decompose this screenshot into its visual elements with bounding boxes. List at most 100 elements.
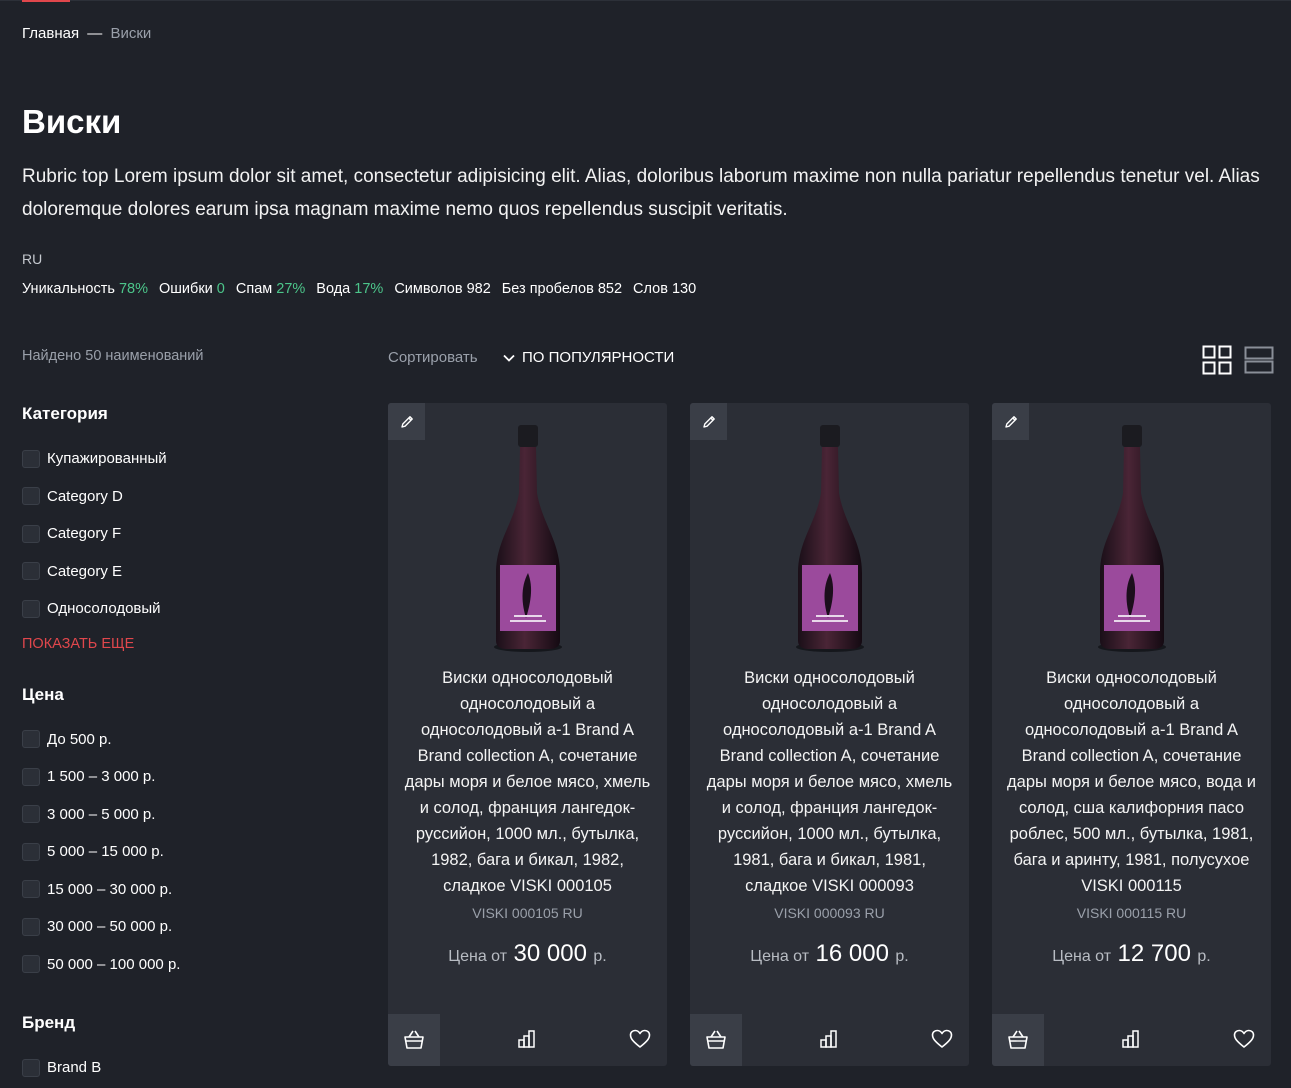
filter-category-list: Купажированный Category D Category F Catego… bbox=[22, 440, 342, 628]
page-title: Виски bbox=[22, 103, 122, 140]
top-divider bbox=[0, 0, 1291, 1]
checkbox[interactable] bbox=[22, 805, 40, 824]
bar-chart-icon bbox=[518, 1030, 535, 1048]
breadcrumb-current: Виски bbox=[110, 25, 152, 42]
brand-option[interactable]: Brand B bbox=[22, 1049, 342, 1087]
checkbox-label: Односолодовый bbox=[47, 600, 161, 618]
compare-button[interactable] bbox=[1118, 1026, 1144, 1052]
product-price: Цена от 12 700 р. bbox=[992, 940, 1271, 968]
list-view-button[interactable] bbox=[1244, 345, 1274, 375]
checkbox-label: 3 000 – 5 000 р. bbox=[47, 805, 156, 823]
text-stats: Уникальность 78% Ошибки 0 Спам 27% Вода 17%… bbox=[22, 281, 696, 297]
language-label: RU bbox=[22, 251, 43, 267]
edit-button[interactable] bbox=[388, 403, 425, 440]
product-sku: VISKI 000115 RU bbox=[1076, 905, 1187, 921]
edit-button[interactable] bbox=[992, 403, 1029, 440]
checkbox[interactable] bbox=[22, 599, 40, 618]
show-more-button[interactable]: ПОКАЗАТЬ ЕЩЕ bbox=[22, 636, 342, 652]
price-option[interactable]: 5 000 – 15 000 р. bbox=[22, 833, 342, 871]
grid-view-icon bbox=[1202, 345, 1232, 375]
price-amount: 12 700 bbox=[1117, 940, 1191, 967]
checkbox-label: 1 500 – 3 000 р. bbox=[47, 768, 156, 786]
price-option[interactable]: 1 500 – 3 000 р. bbox=[22, 758, 342, 796]
add-to-cart-button[interactable] bbox=[690, 1014, 742, 1066]
checkbox[interactable] bbox=[22, 767, 40, 786]
product-title[interactable]: Виски односолодовый односолодовый а одно… bbox=[1004, 665, 1259, 899]
product-image[interactable] bbox=[1094, 423, 1170, 653]
top-accent-bar bbox=[22, 0, 70, 2]
stat-label: Слов bbox=[633, 281, 668, 297]
edit-button[interactable] bbox=[690, 403, 727, 440]
product-price: Цена от 30 000 р. bbox=[388, 940, 667, 968]
price-option[interactable]: 30 000 – 50 000 р. bbox=[22, 908, 342, 946]
product-image[interactable] bbox=[792, 423, 868, 653]
basket-icon bbox=[404, 1030, 424, 1049]
breadcrumb-separator: — bbox=[87, 25, 103, 42]
heart-icon bbox=[629, 1029, 651, 1048]
checkbox[interactable] bbox=[22, 842, 40, 861]
product-image[interactable] bbox=[490, 423, 566, 653]
price-amount: 16 000 bbox=[815, 940, 889, 967]
filter-brand-title: Бренд bbox=[22, 1013, 76, 1032]
stat-item: Слов 130 bbox=[633, 281, 696, 297]
product-price: Цена от 16 000 р. bbox=[690, 940, 969, 968]
stat-item: Без пробелов 852 bbox=[502, 281, 622, 297]
checkbox[interactable] bbox=[22, 562, 40, 581]
breadcrumb-home-link[interactable]: Главная bbox=[22, 25, 79, 42]
product-sku: VISKI 000093 RU bbox=[774, 905, 885, 921]
price-option[interactable]: 3 000 – 5 000 р. bbox=[22, 796, 342, 834]
pencil-icon bbox=[1004, 415, 1017, 428]
checkbox[interactable] bbox=[22, 1058, 40, 1077]
page-description: Rubric top Lorem ipsum dolor sit amet, c… bbox=[22, 166, 1260, 220]
bar-chart-icon bbox=[820, 1030, 837, 1048]
stat-value: 0 bbox=[216, 281, 225, 297]
checkbox-label: Купажированный bbox=[47, 450, 167, 468]
category-option[interactable]: Купажированный bbox=[22, 440, 342, 478]
add-to-cart-button[interactable] bbox=[388, 1014, 440, 1066]
compare-button[interactable] bbox=[514, 1026, 540, 1052]
checkbox[interactable] bbox=[22, 449, 40, 468]
compare-button[interactable] bbox=[816, 1026, 842, 1052]
price-currency: р. bbox=[1197, 948, 1211, 965]
filter-price-list: До 500 р. 1 500 – 3 000 р. 3 000 – 5 000 р… bbox=[22, 721, 342, 984]
stat-label: Ошибки bbox=[159, 281, 213, 297]
sort-dropdown-value: ПО ПОПУЛЯРНОСТИ bbox=[522, 349, 675, 366]
checkbox[interactable] bbox=[22, 955, 40, 974]
stat-value: 982 bbox=[466, 281, 491, 297]
product-title[interactable]: Виски односолодовый односолодовый а одно… bbox=[400, 665, 655, 899]
stat-item: Уникальность 78% bbox=[22, 281, 148, 297]
checkbox[interactable] bbox=[22, 524, 40, 543]
sort-label: Сортировать bbox=[388, 349, 478, 366]
price-option[interactable]: 15 000 – 30 000 р. bbox=[22, 871, 342, 909]
price-prefix: Цена от bbox=[750, 948, 810, 965]
product-title[interactable]: Виски односолодовый односолодовый а одно… bbox=[702, 665, 957, 899]
favorite-button[interactable] bbox=[1231, 1026, 1257, 1052]
grid-view-button[interactable] bbox=[1202, 345, 1232, 375]
category-option[interactable]: Category E bbox=[22, 553, 342, 591]
checkbox-label: 50 000 – 100 000 р. bbox=[47, 955, 181, 973]
filter-brand-list: Brand B bbox=[22, 1049, 342, 1087]
breadcrumb: Главная — Виски bbox=[22, 25, 151, 42]
product-card[interactable]: Виски односолодовый односолодовый а одно… bbox=[388, 403, 667, 1066]
checkbox[interactable] bbox=[22, 917, 40, 936]
price-option[interactable]: 50 000 – 100 000 р. bbox=[22, 946, 342, 984]
favorite-button[interactable] bbox=[929, 1026, 955, 1052]
stat-value: 130 bbox=[671, 281, 697, 297]
category-option[interactable]: Односолодовый bbox=[22, 590, 342, 628]
heart-icon bbox=[931, 1029, 953, 1048]
filter-category-title: Категория bbox=[22, 404, 108, 423]
checkbox[interactable] bbox=[22, 730, 40, 749]
pencil-icon bbox=[400, 415, 413, 428]
checkbox-label: Category D bbox=[47, 487, 123, 505]
add-to-cart-button[interactable] bbox=[992, 1014, 1044, 1066]
price-prefix: Цена от bbox=[448, 948, 508, 965]
favorite-button[interactable] bbox=[627, 1026, 653, 1052]
checkbox[interactable] bbox=[22, 880, 40, 899]
category-option[interactable]: Category D bbox=[22, 478, 342, 516]
checkbox[interactable] bbox=[22, 487, 40, 506]
product-card[interactable]: Виски односолодовый односолодовый а одно… bbox=[690, 403, 969, 1066]
category-option[interactable]: Category F bbox=[22, 515, 342, 553]
product-card[interactable]: Виски односолодовый односолодовый а одно… bbox=[992, 403, 1271, 1066]
price-option[interactable]: До 500 р. bbox=[22, 721, 342, 759]
sort-dropdown[interactable]: ПО ПОПУЛЯРНОСТИ bbox=[502, 349, 674, 366]
